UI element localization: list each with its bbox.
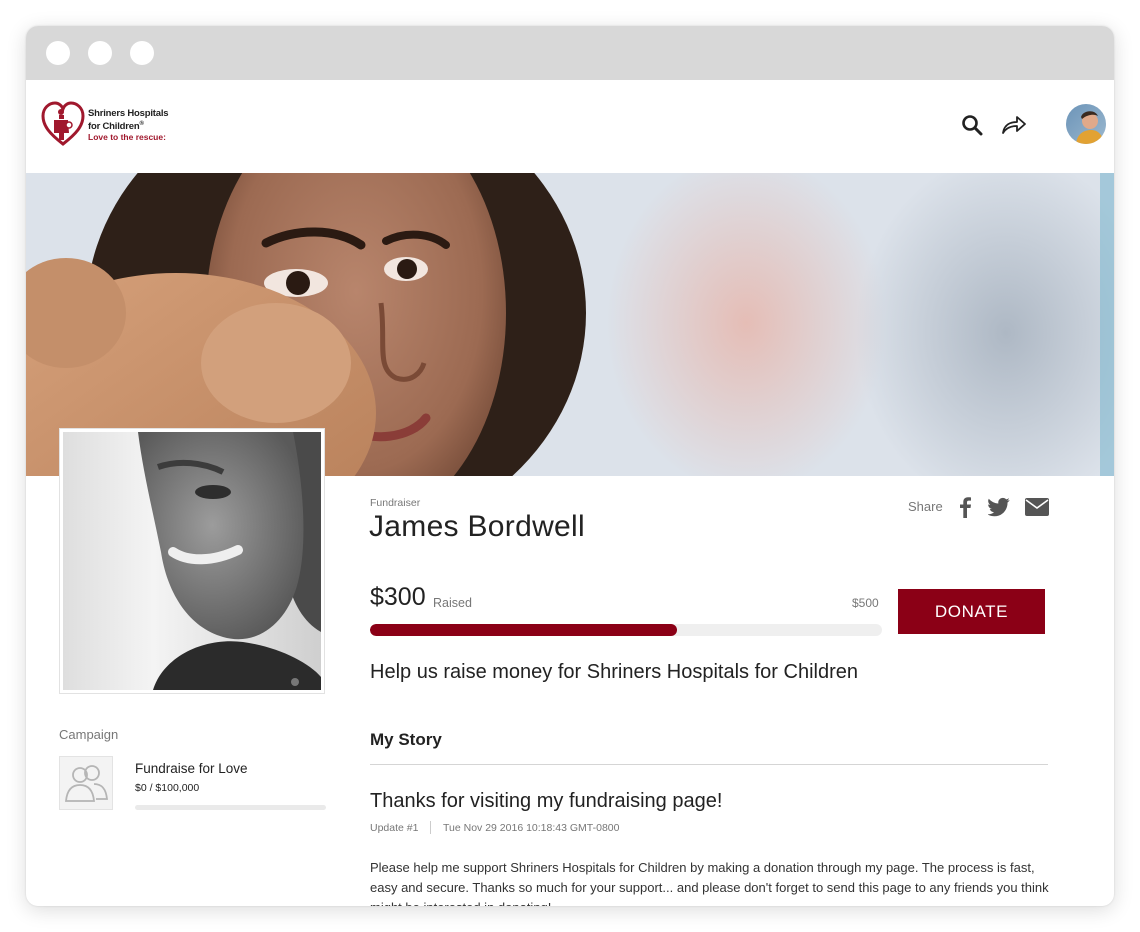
story-divider <box>370 764 1048 765</box>
facebook-icon[interactable] <box>958 496 972 518</box>
window-minimize-dot[interactable] <box>88 41 112 65</box>
window-maximize-dot[interactable] <box>130 41 154 65</box>
brand-logo[interactable]: Shriners Hospitals for Children® Love to… <box>40 100 180 152</box>
campaign-name: Fundraise for Love <box>135 761 248 776</box>
campaign-card[interactable]: Fundraise for Love $0 / $100,000 <box>59 756 329 816</box>
brand-tagline: Love to the rescue: <box>88 132 166 142</box>
share-label: Share <box>908 499 943 514</box>
group-people-icon <box>65 765 108 802</box>
campaign-progress-bar <box>135 805 326 810</box>
fundraiser-role: Fundraiser <box>370 497 421 509</box>
donate-button[interactable]: DONATE <box>898 589 1045 634</box>
brand-name-line2: for Children® <box>88 119 168 132</box>
profile-photo-illustration <box>63 432 321 690</box>
update-number: Update #1 <box>370 822 419 834</box>
goal-amount: $500 <box>852 596 879 610</box>
my-story-title: My Story <box>370 730 442 749</box>
fundraising-progress-bar <box>370 624 882 636</box>
update-body-text: Please help me support Shriners Hospital… <box>370 860 1049 906</box>
mail-icon[interactable] <box>1025 498 1049 516</box>
update-title: Thanks for visiting my fundraising page! <box>370 790 723 812</box>
user-avatar[interactable] <box>1066 104 1106 144</box>
window-close-dot[interactable] <box>46 41 70 65</box>
campaign-amount: $0 / $100,000 <box>135 782 200 794</box>
fundraising-progress-fill <box>370 624 678 636</box>
brand-trademark: ® <box>139 121 144 127</box>
browser-window: Shriners Hospitals for Children® Love to… <box>26 26 1114 906</box>
search-icon[interactable] <box>960 113 984 137</box>
campaign-label: Campaign <box>59 727 119 742</box>
update-meta-separator <box>430 821 431 834</box>
twitter-icon[interactable] <box>988 497 1010 517</box>
fundraiser-headline: Help us raise money for Shriners Hospita… <box>370 661 858 683</box>
fundraiser-profile-photo <box>59 428 325 694</box>
top-navbar: Shriners Hospitals for Children® Love to… <box>26 80 1114 173</box>
raised-amount: $300 <box>370 583 426 611</box>
campaign-thumbnail <box>59 756 113 810</box>
brand-name-line2-text: for Children <box>88 121 140 133</box>
brand-name-line1: Shriners Hospitals <box>88 108 169 119</box>
fundraiser-name: James Bordwell <box>369 510 585 543</box>
avatar-image <box>1066 104 1106 144</box>
raised-label: Raised <box>433 596 472 610</box>
brand-name: Shriners Hospitals for Children® <box>88 108 169 132</box>
update-date: Tue Nov 29 2016 10:18:43 GMT-0800 <box>443 822 620 834</box>
heart-logo-icon <box>41 101 85 146</box>
title-bar <box>26 26 1114 80</box>
share-forward-icon[interactable] <box>1000 113 1028 137</box>
